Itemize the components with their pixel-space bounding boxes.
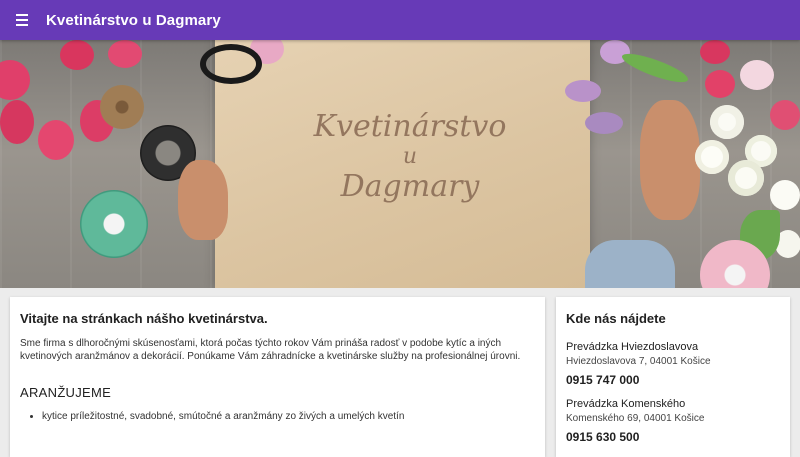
contact-card: Kde nás nájdete Prevádzka Hviezdoslavova…	[556, 297, 790, 457]
flower-decoration	[728, 160, 764, 196]
flower-decoration	[695, 140, 729, 174]
section-title: ARANŽUJEME	[20, 385, 112, 400]
intro-text: Sme firma s dlhoročnými skúsenosťami, kt…	[20, 338, 521, 362]
tulip-decoration	[60, 40, 94, 70]
app-bar: Kvetinárstvo u Dagmary	[0, 0, 800, 40]
tulip-decoration	[0, 60, 30, 100]
twine-roll	[100, 85, 144, 129]
branch-address: Komenského 69, 04001 Košice	[566, 413, 705, 424]
sleeve	[585, 240, 675, 288]
flower-decoration	[770, 180, 800, 210]
hero-image: Kvetinárstvo u Dagmary	[0, 40, 800, 288]
flower-decoration	[710, 105, 744, 139]
tulip-decoration	[705, 70, 735, 98]
tulip-decoration	[565, 80, 601, 102]
branch-name: Prevádzka Komenského	[566, 398, 686, 410]
tulip-decoration	[0, 100, 34, 144]
app-title: Kvetinárstvo u Dagmary	[46, 11, 221, 29]
tulip-decoration	[38, 120, 74, 160]
branch-phone-link[interactable]: 0915 747 000	[566, 373, 639, 387]
hero-line-2: u	[402, 144, 418, 169]
tulip-decoration	[108, 40, 142, 68]
welcome-heading: Vitajte na stránkach nášho kvetinárstva.	[20, 311, 268, 326]
scissors-icon	[200, 44, 262, 84]
list-item: kytice príležitostné, svadobné, smútočné…	[42, 411, 404, 422]
tulip-decoration	[740, 60, 774, 90]
ribbon-spool	[80, 190, 148, 258]
hero-line-3: Dagmary	[340, 169, 480, 204]
hero-lettering: Kvetinárstvo u Dagmary	[300, 112, 520, 202]
welcome-card: Vitajte na stránkach nášho kvetinárstva.…	[10, 297, 545, 457]
tulip-decoration	[585, 112, 623, 134]
leaves-decoration	[619, 48, 691, 88]
hero-line-1: Kvetinárstvo	[313, 109, 507, 144]
branch-address: Hviezdoslavova 7, 04001 Košice	[566, 356, 711, 367]
contact-heading: Kde nás nájdete	[566, 311, 666, 326]
branch-name: Prevádzka Hviezdoslavova	[566, 341, 699, 353]
hand-left	[178, 160, 228, 240]
tulip-decoration	[770, 100, 800, 130]
menu-icon[interactable]	[12, 10, 32, 30]
services-list: kytice príležitostné, svadobné, smútočné…	[20, 411, 404, 422]
tulip-decoration	[700, 40, 730, 64]
hand-right	[640, 100, 700, 220]
branch-phone-link[interactable]: 0915 630 500	[566, 430, 639, 444]
